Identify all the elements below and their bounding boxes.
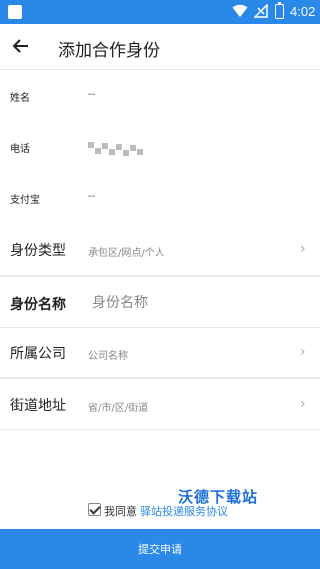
identity-name-label: 身份名称 <box>10 297 66 313</box>
chevron-right-icon: › <box>300 241 306 257</box>
info-row-alipay: 支付宝 -- <box>0 174 320 224</box>
phone-label: 电话 <box>10 144 30 155</box>
address-row[interactable]: 街道地址 省/市/区/街道 › <box>0 380 320 430</box>
chevron-right-icon: › <box>300 396 306 412</box>
identity-name-row: 身份名称 <box>0 279 320 329</box>
alipay-label: 支付宝 <box>10 195 40 206</box>
company-hint: 公司名称 <box>88 351 128 362</box>
wifi-icon <box>232 4 248 17</box>
agreement-prefix: 我同意 <box>104 505 137 518</box>
company-label: 所属公司 <box>10 346 66 362</box>
row-divider <box>0 429 320 430</box>
agreement-link[interactable]: 驿站投递服务协议 <box>140 503 228 519</box>
identity-type-label: 身份类型 <box>10 243 66 259</box>
company-row[interactable]: 所属公司 公司名称 › <box>0 328 320 378</box>
identity-type-row[interactable]: 身份类型 承包区/网点/个人 › <box>0 225 320 275</box>
status-bar: 4:02 <box>0 0 320 24</box>
name-value: -- <box>88 89 96 100</box>
app-bar: 添加合作身份 <box>0 24 320 70</box>
agreement-checkbox[interactable] <box>88 503 101 516</box>
battery-icon <box>275 2 284 19</box>
phone-value-redacted <box>88 140 148 158</box>
identity-name-input[interactable] <box>92 293 272 313</box>
page-title: 添加合作身份 <box>58 41 160 61</box>
section-divider <box>0 377 320 379</box>
chevron-right-icon: › <box>300 344 306 360</box>
name-label: 姓名 <box>10 93 30 104</box>
signal-icon <box>254 4 268 18</box>
submit-button[interactable]: 提交申请 <box>0 529 320 569</box>
status-time: 4:02 <box>290 4 316 19</box>
info-row-name: 姓名 -- <box>0 72 320 122</box>
section-divider <box>0 275 320 277</box>
address-label: 街道地址 <box>10 398 66 414</box>
alipay-value: -- <box>88 191 96 202</box>
app-notification-icon <box>8 5 22 19</box>
address-hint: 省/市/区/街道 <box>88 403 149 414</box>
info-row-phone: 电话 <box>0 123 320 173</box>
back-arrow-icon[interactable] <box>12 35 32 57</box>
identity-type-hint: 承包区/网点/个人 <box>88 248 165 259</box>
